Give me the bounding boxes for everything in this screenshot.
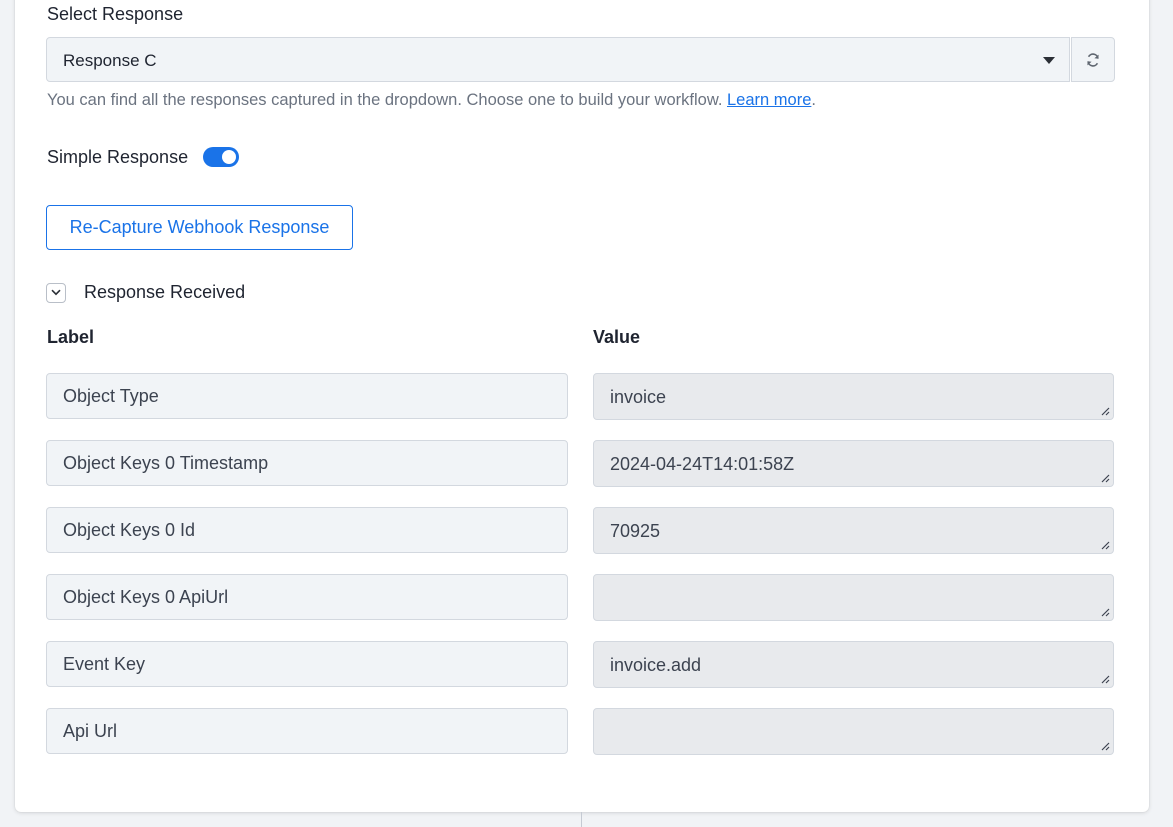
label-field: Object Type	[46, 373, 568, 419]
response-received-title: Response Received	[84, 282, 246, 302]
collapse-toggle[interactable]	[46, 282, 66, 303]
value-field[interactable]: invoice.add	[593, 641, 1114, 688]
label-field: Object Keys 0 Id	[46, 507, 568, 553]
label-field: Object Keys 0 Timestamp	[46, 440, 568, 486]
label-field: Event Key	[46, 641, 568, 687]
refresh-icon	[1087, 52, 1099, 67]
response-select-value: Response C	[63, 51, 157, 70]
resize-grip-icon[interactable]	[1101, 675, 1110, 684]
value-field[interactable]: invoice	[593, 373, 1114, 420]
resize-grip-icon[interactable]	[1101, 742, 1110, 751]
label-column-header: Label	[47, 327, 95, 347]
value-field[interactable]: 70925	[593, 507, 1114, 554]
value-field[interactable]	[593, 708, 1114, 755]
simple-response-row: Simple Response	[47, 145, 240, 169]
help-text-body: You can find all the responses captured …	[47, 91, 723, 109]
chevron-down-icon	[51, 289, 61, 296]
learn-more-link[interactable]: Learn more	[727, 91, 811, 109]
select-help-text: You can find all the responses captured …	[47, 91, 816, 110]
value-field[interactable]	[593, 574, 1114, 621]
simple-response-toggle[interactable]	[203, 147, 240, 167]
resize-grip-icon[interactable]	[1101, 407, 1110, 416]
value-text: invoice.add	[610, 655, 702, 675]
select-response-label: Select Response	[47, 4, 184, 24]
connector-line	[581, 812, 582, 827]
resize-grip-icon[interactable]	[1101, 474, 1110, 483]
label-field: Object Keys 0 ApiUrl	[46, 574, 568, 620]
help-text-suffix: .	[811, 91, 816, 109]
value-text: invoice	[610, 387, 667, 407]
resize-grip-icon[interactable]	[1101, 608, 1110, 617]
simple-response-label: Simple Response	[47, 146, 189, 167]
recapture-webhook-button[interactable]: Re-Capture Webhook Response	[46, 205, 353, 250]
refresh-button[interactable]	[1071, 37, 1115, 82]
label-field: Api Url	[46, 708, 568, 754]
value-field[interactable]: 2024-04-24T14:01:58Z	[593, 440, 1114, 487]
value-column-header: Value	[593, 327, 641, 347]
resize-grip-icon[interactable]	[1101, 541, 1110, 550]
value-text: 2024-04-24T14:01:58Z	[610, 454, 795, 474]
toggle-knob	[222, 150, 237, 164]
response-received-header: Response Received	[46, 282, 245, 303]
value-text: 70925	[610, 521, 661, 541]
caret-down-icon	[1043, 57, 1055, 64]
response-select[interactable]: Response C	[46, 37, 1070, 82]
